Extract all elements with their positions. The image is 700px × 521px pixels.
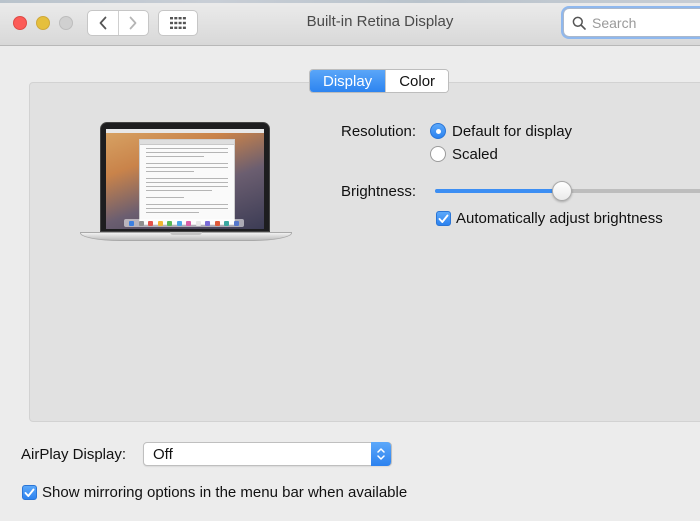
search-input[interactable] <box>592 14 700 31</box>
minimize-button[interactable] <box>36 16 50 30</box>
forward-button[interactable] <box>117 11 148 35</box>
window-title: Built-in Retina Display <box>306 13 454 30</box>
show-all-grid-icon <box>170 17 186 29</box>
tab-color[interactable]: Color <box>385 70 449 92</box>
airplay-display-popup[interactable]: Off <box>143 442 392 466</box>
show-all-button[interactable] <box>158 10 198 36</box>
auto-brightness-label[interactable]: Automatically adjust brightness <box>456 210 663 227</box>
resolution-label: Resolution: <box>341 123 417 140</box>
default-for-display-label[interactable]: Default for display <box>452 123 572 140</box>
search-field[interactable] <box>563 8 700 37</box>
checkmark-icon <box>24 488 35 497</box>
zoom-button[interactable] <box>59 16 73 30</box>
tab-display[interactable]: Display <box>310 70 386 92</box>
forward-chevron-icon <box>130 16 137 30</box>
back-button[interactable] <box>88 11 118 35</box>
display-color-tabs: Display Color <box>309 69 450 93</box>
close-button[interactable] <box>13 16 27 30</box>
macbook-illustration <box>78 122 294 252</box>
search-icon <box>572 16 586 30</box>
radio-scaled[interactable] <box>430 146 446 162</box>
brightness-slider-thumb[interactable] <box>552 181 572 201</box>
laptop-screen <box>106 129 264 229</box>
title-bar-highlight <box>0 0 700 3</box>
mirroring-label[interactable]: Show mirroring options in the menu bar w… <box>42 484 407 501</box>
screen-dock <box>124 219 244 227</box>
airplay-display-label: AirPlay Display: <box>21 446 127 463</box>
airplay-display-value: Off <box>153 446 173 463</box>
popup-arrows <box>371 442 391 466</box>
brightness-label: Brightness: <box>341 183 417 200</box>
title-bar: Built-in Retina Display <box>0 0 700 46</box>
scaled-label[interactable]: Scaled <box>452 146 498 163</box>
mirroring-checkbox[interactable] <box>22 485 37 500</box>
laptop-lid <box>100 122 270 232</box>
screen-document <box>139 139 235 225</box>
back-forward-group <box>87 10 149 36</box>
popup-arrows-icon <box>377 448 385 460</box>
back-chevron-icon <box>99 16 107 30</box>
radio-default-for-display[interactable] <box>430 123 446 139</box>
auto-brightness-checkbox[interactable] <box>436 211 451 226</box>
laptop-notch <box>170 232 202 235</box>
brightness-slider-fill <box>435 189 562 193</box>
checkmark-icon <box>438 214 449 223</box>
